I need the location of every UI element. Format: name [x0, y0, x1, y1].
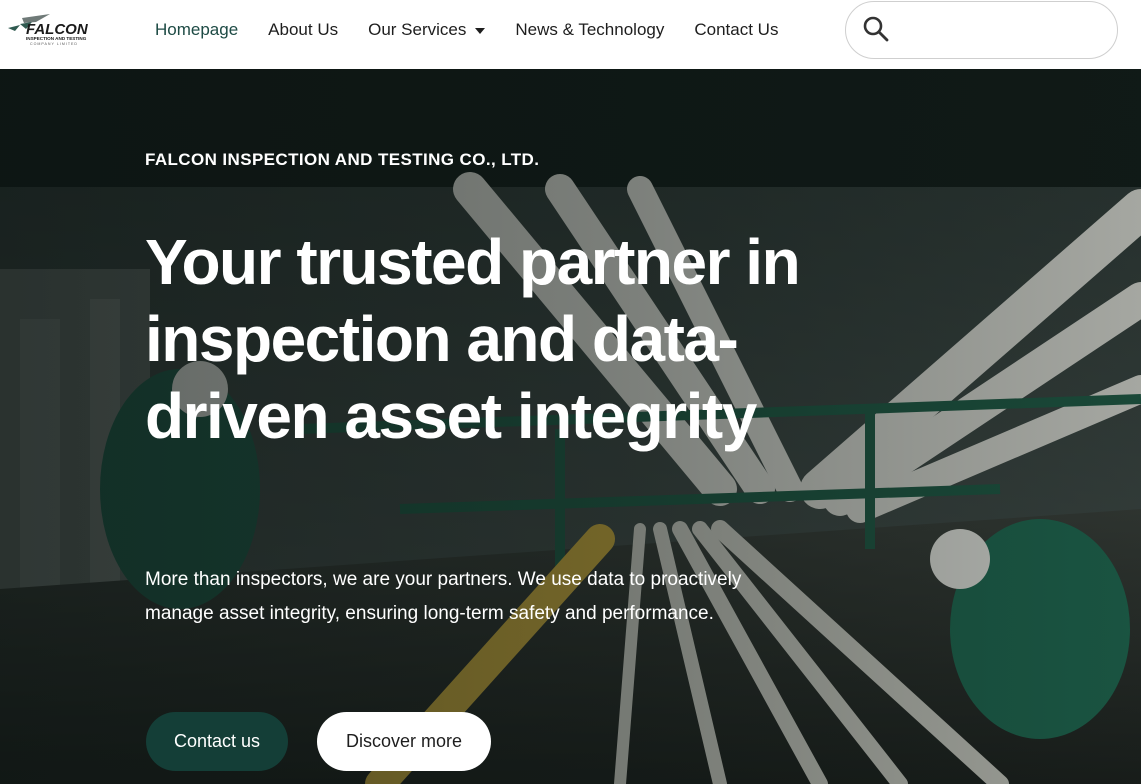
chevron-down-icon: [475, 28, 486, 34]
logo-tagline: INSPECTION AND TESTING: [26, 36, 87, 41]
nav-about-us[interactable]: About Us: [253, 20, 353, 40]
nav-label: Contact Us: [694, 20, 779, 39]
nav-label: About Us: [268, 20, 339, 39]
contact-us-button[interactable]: Contact us: [146, 712, 288, 771]
search-input[interactable]: [902, 14, 1102, 46]
main-nav: Homepage About Us Our Services News & Te…: [140, 0, 793, 60]
hero-eyebrow: FALCON INSPECTION AND TESTING CO., LTD.: [145, 150, 540, 169]
nav-label: Our Services: [368, 20, 467, 39]
nav-label: Homepage: [155, 20, 239, 39]
logo-tagline-2: COMPANY LIMITED: [30, 42, 78, 46]
nav-label: News & Technology: [515, 20, 665, 39]
site-header: FALCON INSPECTION AND TESTING COMPANY LI…: [0, 0, 1141, 69]
nav-news-technology[interactable]: News & Technology: [500, 20, 679, 40]
hero-section: FALCON INSPECTION AND TESTING CO., LTD. …: [0, 69, 1141, 784]
falcon-logo[interactable]: FALCON INSPECTION AND TESTING COMPANY LI…: [6, 12, 114, 48]
search-icon[interactable]: [862, 15, 890, 43]
search-box[interactable]: [845, 1, 1118, 59]
hero-description: More than inspectors, we are your partne…: [145, 569, 742, 624]
hero-headline: Your trusted partner in inspection and d…: [145, 226, 801, 452]
nav-homepage[interactable]: Homepage: [140, 20, 253, 40]
nav-our-services[interactable]: Our Services: [353, 20, 500, 40]
discover-more-button[interactable]: Discover more: [317, 712, 491, 771]
nav-contact-us[interactable]: Contact Us: [679, 20, 793, 40]
